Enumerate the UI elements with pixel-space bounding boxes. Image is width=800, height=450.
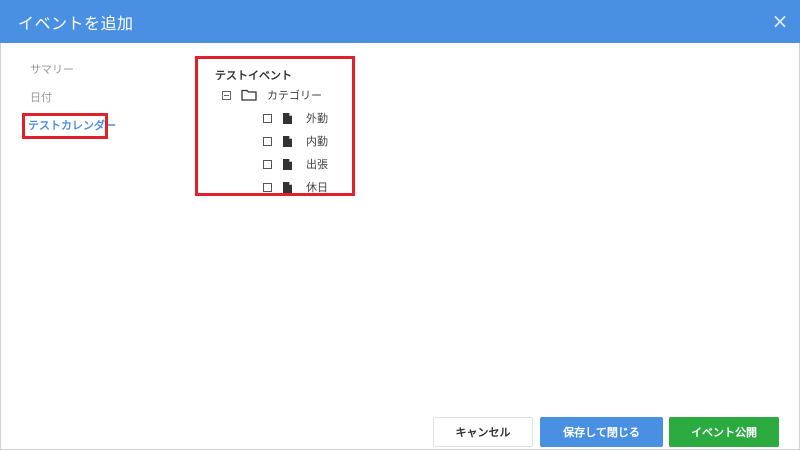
cancel-button[interactable]: キャンセル	[433, 417, 533, 447]
collapse-icon[interactable]	[222, 90, 231, 100]
sidebar: サマリー 日付 テストカレンダー	[22, 60, 176, 144]
item-label: 休日	[306, 181, 328, 194]
dialog-title: イベントを追加	[18, 13, 134, 33]
tree-item-row: 外勤	[263, 109, 328, 127]
tree-item-row: 休日	[263, 178, 328, 196]
dialog-header: イベントを追加 ×	[0, 0, 800, 43]
sidebar-item-date[interactable]: 日付	[26, 88, 176, 108]
file-icon	[283, 112, 292, 124]
publish-event-button[interactable]: イベント公開	[669, 417, 779, 447]
folder-label: カテゴリー	[267, 89, 322, 102]
file-icon	[283, 135, 292, 147]
item-label: 外勤	[306, 112, 328, 125]
item-checkbox[interactable]	[263, 182, 272, 192]
item-label: 内勤	[306, 135, 328, 148]
item-checkbox[interactable]	[263, 113, 272, 123]
category-tree-panel: テストイベント カテゴリー 外勤 内勤 出張 休日	[195, 56, 355, 196]
tree-item-row: 出張	[263, 155, 328, 173]
tree-title: テストイベント	[215, 69, 292, 82]
folder-icon	[241, 89, 257, 101]
tree-item-row: 内勤	[263, 132, 328, 150]
item-label: 出張	[306, 158, 328, 171]
tree-folder-row: カテゴリー	[222, 86, 322, 104]
file-icon	[283, 181, 292, 193]
sidebar-item-summary[interactable]: サマリー	[26, 60, 176, 80]
sidebar-item-test-calendar[interactable]: テストカレンダー	[22, 113, 116, 139]
save-and-close-button[interactable]: 保存して閉じる	[540, 417, 663, 447]
file-icon	[283, 158, 292, 170]
item-checkbox[interactable]	[263, 136, 272, 146]
close-icon[interactable]: ×	[770, 11, 790, 31]
item-checkbox[interactable]	[263, 159, 272, 169]
